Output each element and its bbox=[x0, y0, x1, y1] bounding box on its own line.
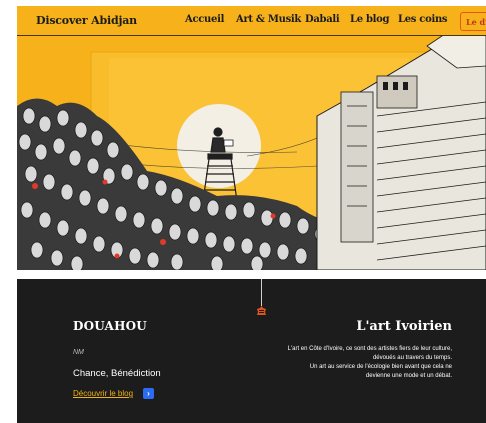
band-divider-line bbox=[261, 279, 262, 306]
description-line: L'art en Côte d'Ivoire, ce sont des arti… bbox=[287, 346, 452, 352]
artwork-names: Chance, Bénédiction bbox=[73, 368, 161, 379]
nav-item-art-musik[interactable]: Art & Musik bbox=[236, 14, 301, 25]
nav-cta-button[interactable]: Le di bbox=[460, 12, 486, 31]
description-line: Un art au service de l'écologie bien ava… bbox=[309, 364, 452, 370]
description-line: devienne une mode et un débat. bbox=[365, 373, 452, 379]
section-title: L'art Ivoirien bbox=[356, 319, 452, 334]
artist-initials: NM bbox=[73, 349, 84, 356]
mask-icon bbox=[257, 306, 266, 315]
description-line: dévoués au travers du temps. bbox=[372, 355, 452, 361]
hero-section: Discover Abidjan Accueil Art & Musik Dab… bbox=[17, 6, 486, 270]
hero-artwork bbox=[17, 6, 486, 270]
section-description: L'art en Côte d'Ivoire, ce sont des arti… bbox=[252, 345, 452, 381]
site-brand[interactable]: Discover Abidjan bbox=[36, 14, 137, 27]
nav-item-coins[interactable]: Les coins bbox=[398, 14, 448, 25]
nav-item-dabali[interactable]: Dabali bbox=[305, 14, 340, 25]
discover-blog-link[interactable]: Découvrir le blog bbox=[73, 389, 133, 398]
nav-divider bbox=[17, 35, 486, 36]
top-nav: Discover Abidjan Accueil Art & Musik Dab… bbox=[17, 6, 486, 36]
chevron-right-icon[interactable]: › bbox=[143, 388, 154, 399]
nav-item-accueil[interactable]: Accueil bbox=[185, 14, 224, 25]
info-band: DOUAHOU NM Chance, Bénédiction Découvrir… bbox=[17, 279, 486, 423]
artist-title: DOUAHOU bbox=[73, 319, 147, 333]
nav-item-blog[interactable]: Le blog bbox=[350, 14, 390, 25]
